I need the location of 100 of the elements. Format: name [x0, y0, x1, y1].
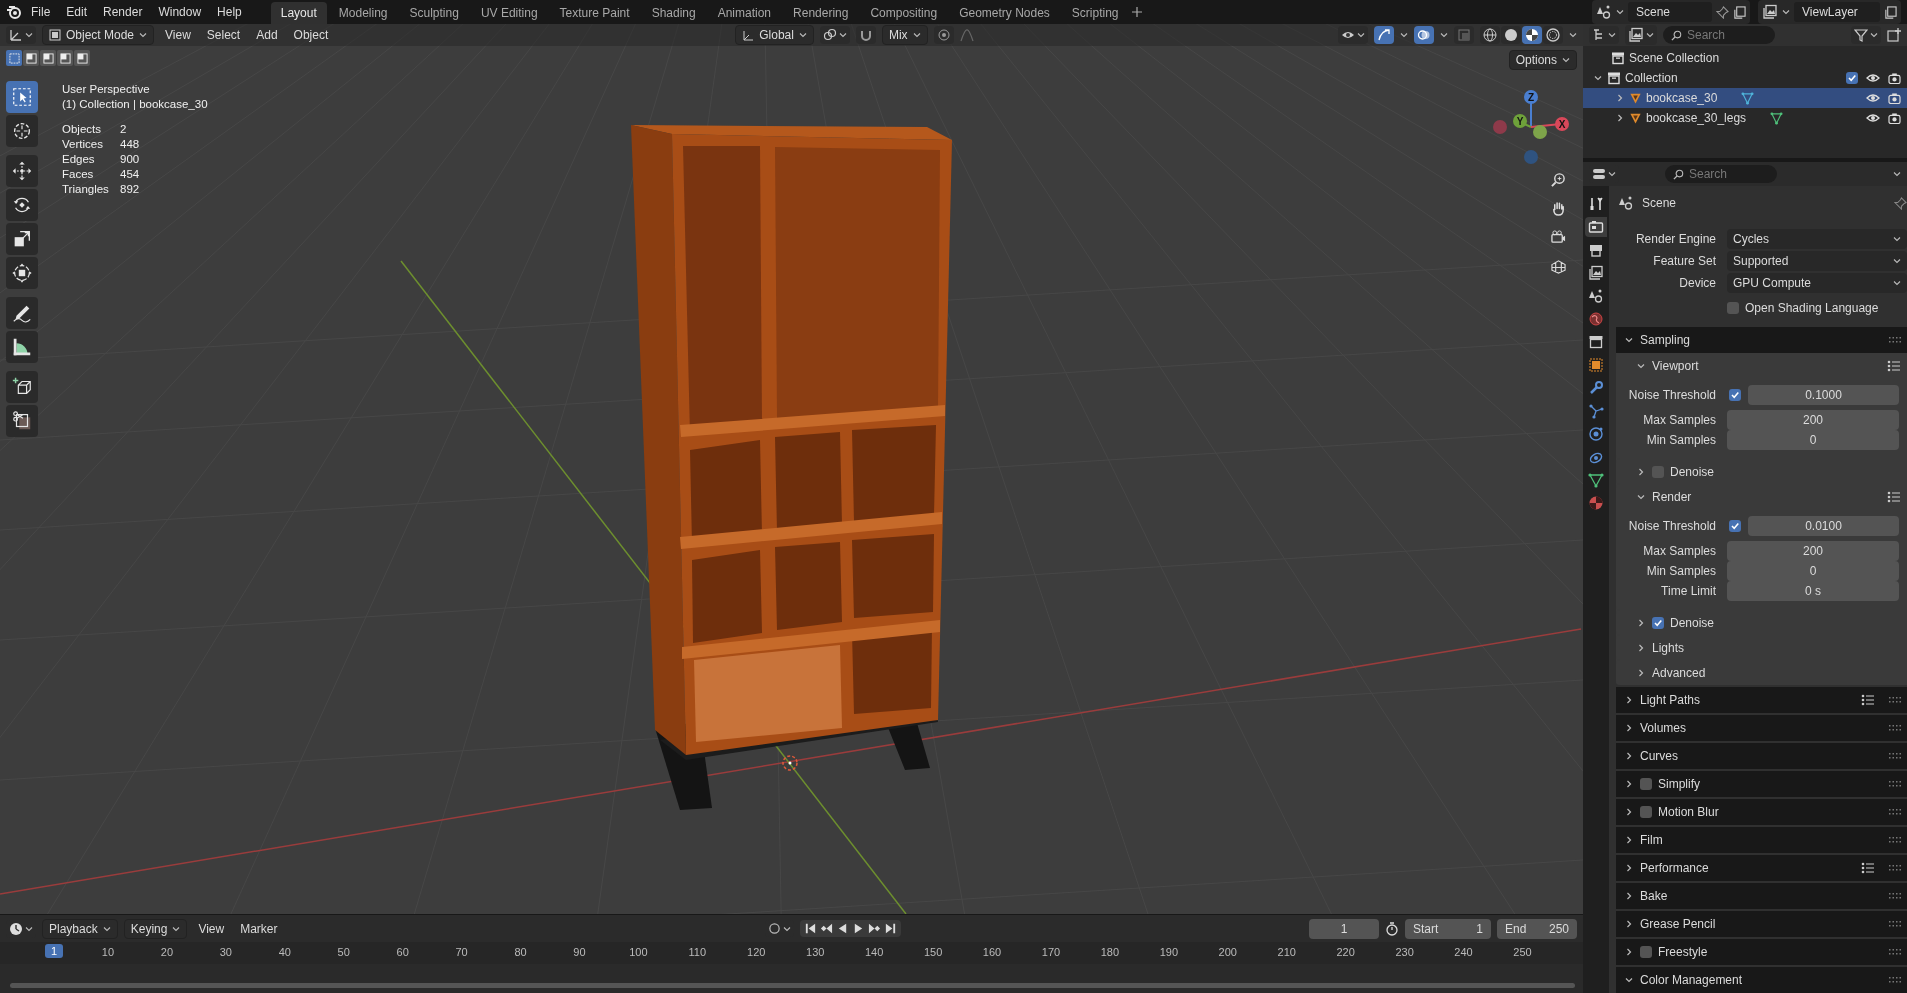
panel-header[interactable]: Bake [1616, 883, 1907, 910]
panel-header[interactable]: Denoise [1616, 610, 1907, 636]
header-menu[interactable]: Marker [235, 919, 283, 938]
checkbox[interactable] [1640, 778, 1652, 791]
tool-button[interactable] [6, 257, 38, 289]
workspace-tab[interactable]: Geometry Nodes [949, 2, 1060, 24]
checkbox[interactable] [1729, 520, 1741, 533]
new-collection-icon[interactable] [1887, 28, 1901, 42]
properties-tab[interactable] [1585, 217, 1607, 237]
presets-list-icon[interactable] [1887, 359, 1901, 372]
chevron-right-icon[interactable] [1624, 835, 1634, 846]
camera-icon[interactable] [1888, 72, 1901, 84]
search-field[interactable]: Search [1663, 26, 1775, 44]
playhead[interactable]: 1 [45, 944, 64, 958]
navigation-gizmo[interactable]: Z Y X [1491, 84, 1571, 164]
tree-item[interactable]: bookcase_30_legs [1646, 111, 1747, 125]
number-field[interactable]: 200 [1727, 541, 1899, 562]
blender-logo-icon[interactable] [6, 4, 22, 20]
menu-item[interactable]: Window [151, 2, 209, 22]
gizmo-toggle-button[interactable] [1374, 26, 1394, 44]
add-icon[interactable] [1130, 6, 1143, 18]
number-field[interactable]: 0.0100 [1748, 516, 1899, 537]
tool-button[interactable] [6, 405, 38, 437]
options-dropdown[interactable]: Options [1508, 50, 1577, 70]
panel-header[interactable]: Color Management [1616, 967, 1907, 993]
select-mode-button[interactable] [74, 50, 90, 66]
drag-handle-icon[interactable] [1889, 977, 1901, 984]
number-field[interactable]: 0 s [1727, 581, 1899, 602]
number-field[interactable]: 0.1000 [1748, 385, 1899, 406]
chevron-right-icon[interactable] [1624, 919, 1634, 930]
checkbox[interactable] [1652, 465, 1664, 478]
number-field[interactable]: 0 [1727, 561, 1899, 582]
pin-icon[interactable] [1894, 196, 1907, 210]
drag-handle-icon[interactable] [1889, 865, 1901, 872]
checkbox[interactable] [1729, 389, 1741, 402]
chevron-right-icon[interactable] [1636, 642, 1646, 653]
panel-header[interactable]: Light Paths [1616, 687, 1907, 714]
drag-handle-icon[interactable] [1889, 781, 1901, 788]
next-keyframe-icon[interactable] [867, 922, 881, 935]
chevron-right-icon[interactable] [1624, 723, 1634, 734]
panel-header[interactable]: Curves [1616, 743, 1907, 770]
blend-dropdown[interactable]: Mix [881, 25, 928, 45]
number-field[interactable]: 200 [1727, 410, 1899, 431]
checkbox[interactable] [1727, 301, 1739, 314]
orientation-dropdown[interactable]: Global [735, 25, 814, 45]
drag-handle-icon[interactable] [1889, 725, 1901, 732]
tree-item[interactable]: bookcase_30 [1646, 91, 1718, 105]
chevron-right-icon[interactable] [1636, 617, 1646, 628]
panel-header[interactable]: Render [1616, 484, 1907, 510]
panel-header[interactable]: Performance [1616, 855, 1907, 882]
tool-button[interactable] [6, 155, 38, 187]
chevron-right-icon[interactable] [1636, 466, 1646, 477]
proportional-button[interactable] [933, 26, 954, 44]
header-menu[interactable]: Object [288, 26, 334, 44]
drag-handle-icon[interactable] [1889, 697, 1901, 704]
chevron-right-icon[interactable] [1636, 667, 1646, 678]
visibility-button[interactable] [1338, 26, 1368, 44]
camera-icon[interactable] [1888, 92, 1901, 104]
eye-icon[interactable] [1866, 93, 1880, 103]
tool-button[interactable] [6, 115, 38, 147]
header-menu[interactable]: View [193, 919, 230, 938]
shading-button[interactable] [1543, 26, 1563, 44]
editor-type-button[interactable] [6, 26, 36, 44]
menu-item[interactable]: Edit [59, 2, 95, 22]
header-menu[interactable]: Add [251, 26, 283, 44]
search-field[interactable]: Search [1665, 165, 1777, 183]
chevron-right-icon[interactable] [1624, 947, 1634, 958]
current-frame-field[interactable]: 1 [1309, 918, 1379, 939]
chevron-down-icon[interactable] [1593, 73, 1603, 83]
scrollbar[interactable] [10, 983, 1575, 988]
eye-icon[interactable] [1866, 73, 1880, 83]
tool-button[interactable] [6, 331, 38, 363]
dropdown-field[interactable]: Cycles [1727, 228, 1907, 249]
editor-type-button[interactable] [1589, 26, 1619, 44]
view-layer-field[interactable]: ViewLayer [1794, 2, 1880, 22]
jump-start-icon[interactable] [803, 922, 817, 935]
eye-icon[interactable] [1866, 113, 1880, 123]
select-mode-button[interactable] [40, 50, 56, 66]
checkbox[interactable] [1652, 616, 1664, 629]
panel-header[interactable]: Sampling [1616, 327, 1907, 354]
workspace-tab[interactable]: Shading [641, 2, 706, 24]
panel-header[interactable]: Film [1616, 827, 1907, 854]
copy-icon[interactable] [1733, 5, 1746, 19]
panel-header[interactable]: Lights [1616, 635, 1907, 661]
tree-row[interactable]: bookcase_30_legs [1583, 108, 1907, 128]
snap-button[interactable] [855, 26, 876, 44]
select-mode-button[interactable] [23, 50, 39, 66]
workspace-tab[interactable]: Rendering [783, 2, 859, 24]
chevron-right-icon[interactable] [1624, 891, 1634, 902]
display-mode-button[interactable] [1625, 25, 1657, 45]
overlay-toggle-button[interactable] [1414, 26, 1434, 44]
workspace-tab[interactable]: Modeling [328, 2, 398, 24]
workspace-tab[interactable]: Texture Paint [549, 2, 640, 24]
presets-list-icon[interactable] [1861, 862, 1875, 875]
presets-list-icon[interactable] [1887, 490, 1901, 503]
dropdown-field[interactable]: GPU Compute [1727, 273, 1907, 294]
tool-button[interactable] [6, 223, 38, 255]
checkbox-label[interactable]: Open Shading Language [1745, 300, 1879, 315]
filter-button[interactable] [1851, 26, 1881, 44]
pivot-button[interactable] [819, 26, 850, 44]
